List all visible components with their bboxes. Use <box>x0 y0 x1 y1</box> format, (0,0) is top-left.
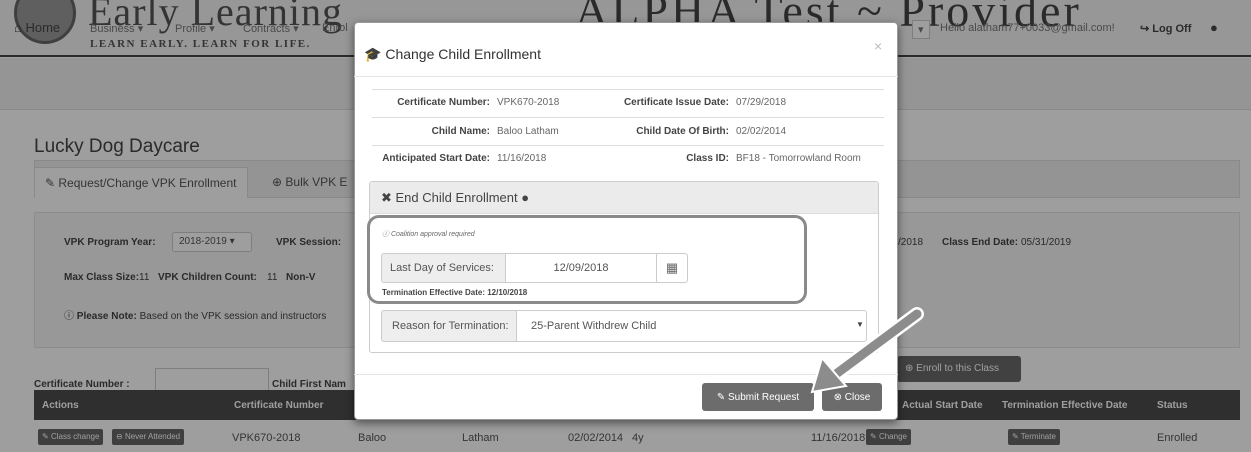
annotation-arrow-icon <box>810 307 924 394</box>
